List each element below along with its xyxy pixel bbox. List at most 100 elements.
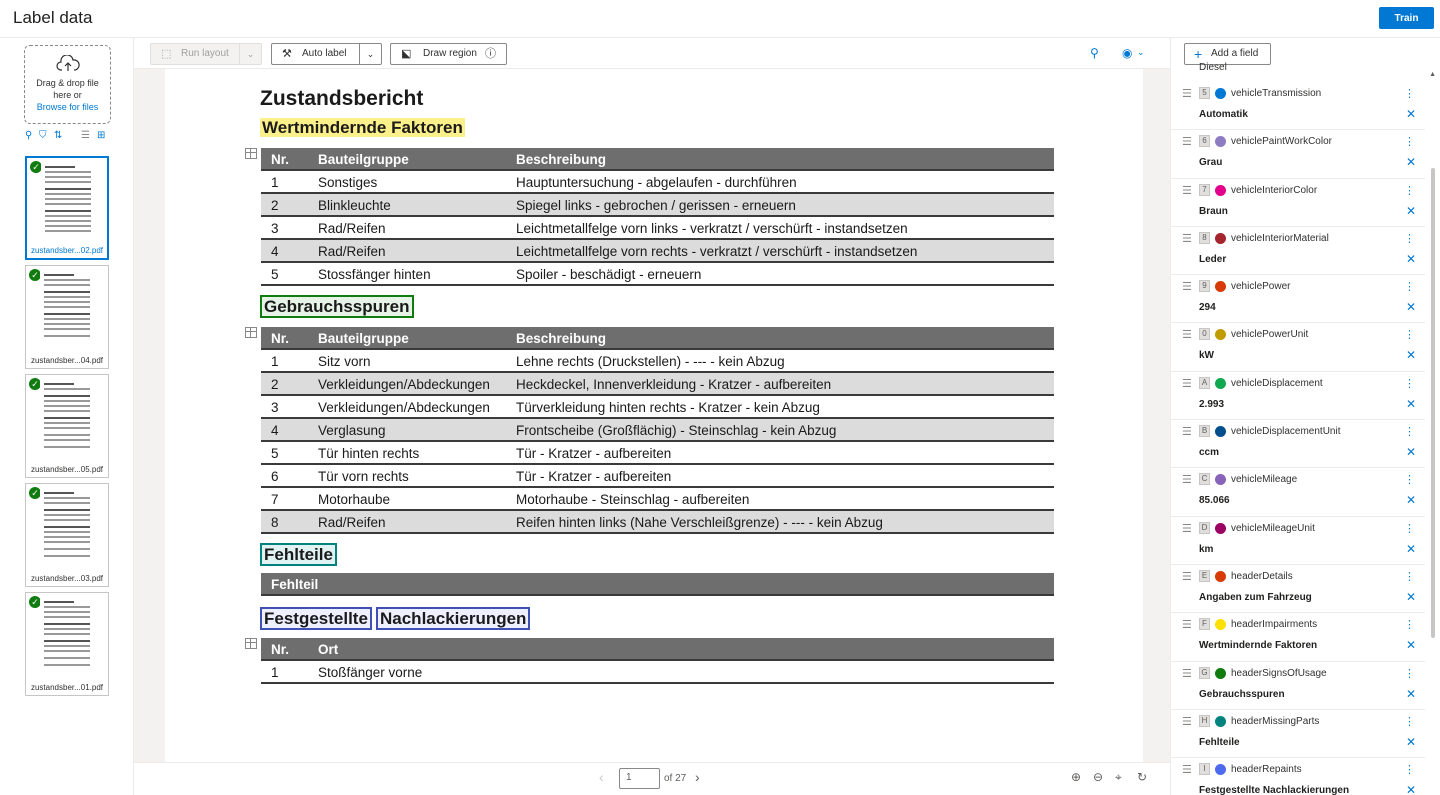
zoom-out-icon[interactable]: ⊖ bbox=[1093, 770, 1103, 784]
field-item[interactable]: ☰ AvehicleDisplacement ⋮ 2.993 ✕ bbox=[1171, 372, 1425, 421]
drag-handle-icon[interactable]: ☰ bbox=[1182, 425, 1192, 438]
drag-handle-icon[interactable]: ☰ bbox=[1182, 473, 1192, 486]
document-thumbnail[interactable]: ✓ zustandsber...01.pdf bbox=[25, 592, 109, 696]
rotate-icon[interactable]: ↻ bbox=[1137, 770, 1147, 784]
grid-view-icon[interactable]: ⊞ bbox=[97, 130, 105, 141]
clear-value-icon[interactable]: ✕ bbox=[1406, 542, 1416, 556]
field-item[interactable]: ☰ FheaderImpairments ⋮ Wertmindernde Faktor… bbox=[1171, 613, 1425, 662]
zoom-in-icon[interactable]: ⊕ bbox=[1071, 770, 1081, 784]
drag-handle-icon[interactable]: ☰ bbox=[1182, 87, 1192, 100]
more-options-icon[interactable]: ⋮ bbox=[1404, 135, 1415, 148]
drag-handle-icon[interactable]: ☰ bbox=[1182, 184, 1192, 197]
field-item[interactable]: ☰ HheaderMissingParts ⋮ Fehlteile ✕ bbox=[1171, 710, 1425, 759]
more-options-icon[interactable]: ⋮ bbox=[1404, 87, 1415, 100]
more-options-icon[interactable]: ⋮ bbox=[1404, 232, 1415, 245]
field-item[interactable]: ☰ IheaderRepaints ⋮ Festgestellte Nachlacki… bbox=[1171, 758, 1425, 795]
drag-handle-icon[interactable]: ☰ bbox=[1182, 715, 1192, 728]
drag-handle-icon[interactable]: ☰ bbox=[1182, 667, 1192, 680]
clear-value-icon[interactable]: ✕ bbox=[1406, 590, 1416, 604]
section-heading-missing-parts[interactable]: Fehlteile bbox=[260, 543, 337, 566]
field-item[interactable]: ☰ 5 vehicleTransmission ⋮ Automatik ✕ bbox=[1171, 82, 1425, 131]
train-button[interactable]: Train bbox=[1379, 7, 1434, 29]
table-icon[interactable] bbox=[245, 638, 257, 649]
more-options-icon[interactable]: ⋮ bbox=[1404, 522, 1415, 535]
section-heading-impairments[interactable]: Wertmindernde Faktoren bbox=[260, 118, 465, 137]
clear-value-icon[interactable]: ✕ bbox=[1406, 735, 1416, 749]
scrollbar[interactable] bbox=[1431, 76, 1435, 795]
more-options-icon[interactable]: ⋮ bbox=[1404, 570, 1415, 583]
drag-handle-icon[interactable]: ☰ bbox=[1182, 522, 1192, 535]
page-number-input[interactable]: 1 bbox=[619, 768, 660, 789]
field-item[interactable]: ☰ EheaderDetails ⋮ Angaben zum Fahrzeug ✕ bbox=[1171, 565, 1425, 614]
chevron-down-icon[interactable]: ⌄ bbox=[239, 44, 261, 64]
clear-value-icon[interactable]: ✕ bbox=[1406, 638, 1416, 652]
field-item[interactable]: ☰ 7 vehicleInteriorColor ⋮ Braun ✕ bbox=[1171, 179, 1425, 227]
field-item[interactable]: ☰ DvehicleMileageUnit ⋮ km ✕ bbox=[1171, 517, 1425, 565]
more-options-icon[interactable]: ⋮ bbox=[1404, 763, 1415, 776]
table-icon[interactable] bbox=[245, 148, 257, 159]
eye-icon[interactable]: ◉ bbox=[1122, 46, 1132, 60]
section-heading-signs-of-usage[interactable]: Gebrauchsspuren bbox=[260, 295, 414, 318]
table-icon[interactable] bbox=[245, 327, 257, 338]
drag-handle-icon[interactable]: ☰ bbox=[1182, 618, 1192, 631]
field-item[interactable]: ☰ CvehicleMileage ⋮ 85.066 ✕ bbox=[1171, 468, 1425, 517]
field-item[interactable]: ☰ 0 vehiclePowerUnit ⋮ kW ✕ bbox=[1171, 323, 1425, 372]
clear-value-icon[interactable]: ✕ bbox=[1406, 687, 1416, 701]
more-options-icon[interactable]: ⋮ bbox=[1404, 473, 1415, 486]
clear-value-icon[interactable]: ✕ bbox=[1406, 783, 1416, 795]
clear-value-icon[interactable]: ✕ bbox=[1406, 107, 1416, 121]
drag-handle-icon[interactable]: ☰ bbox=[1182, 280, 1192, 293]
search-icon[interactable]: ⚲ bbox=[1090, 46, 1099, 60]
auto-label-button[interactable]: ⚒ Auto label ⌄ bbox=[271, 43, 382, 65]
more-options-icon[interactable]: ⋮ bbox=[1404, 184, 1415, 197]
list-view-icon[interactable]: ☰ bbox=[81, 130, 90, 141]
more-options-icon[interactable]: ⋮ bbox=[1404, 425, 1415, 438]
document-thumbnail[interactable]: ✓ zustandsber...05.pdf bbox=[25, 374, 109, 478]
run-layout-button[interactable]: ⬚ Run layout ⌄ bbox=[150, 43, 262, 65]
drag-handle-icon[interactable]: ☰ bbox=[1182, 377, 1192, 390]
next-page-icon[interactable]: › bbox=[695, 769, 700, 785]
draw-region-button[interactable]: ⬕ Draw region ⓘ bbox=[390, 43, 507, 65]
add-field-button[interactable]: + Add a field bbox=[1184, 43, 1271, 65]
chevron-down-icon[interactable]: ⌄ bbox=[359, 44, 381, 64]
drag-handle-icon[interactable]: ☰ bbox=[1182, 135, 1192, 148]
filter-icon[interactable]: ⛉ bbox=[39, 130, 47, 141]
field-item[interactable]: ☰ 8 vehicleInteriorMaterial ⋮ Leder ✕ bbox=[1171, 227, 1425, 276]
clear-value-icon[interactable]: ✕ bbox=[1406, 300, 1416, 314]
search-icon[interactable]: ⚲ bbox=[25, 130, 32, 141]
clear-value-icon[interactable]: ✕ bbox=[1406, 204, 1416, 218]
fit-to-page-icon[interactable]: ⌖ bbox=[1115, 770, 1122, 785]
drag-handle-icon[interactable]: ☰ bbox=[1182, 570, 1192, 583]
field-item[interactable]: ☰ 9 vehiclePower ⋮ 294 ✕ bbox=[1171, 275, 1425, 324]
clear-value-icon[interactable]: ✕ bbox=[1406, 397, 1416, 411]
previous-page-icon[interactable]: ‹ bbox=[599, 769, 604, 785]
scrollbar-thumb[interactable] bbox=[1431, 168, 1435, 638]
clear-value-icon[interactable]: ✕ bbox=[1406, 445, 1416, 459]
more-options-icon[interactable]: ⋮ bbox=[1404, 328, 1415, 341]
more-options-icon[interactable]: ⋮ bbox=[1404, 280, 1415, 293]
more-options-icon[interactable]: ⋮ bbox=[1404, 667, 1415, 680]
more-options-icon[interactable]: ⋮ bbox=[1404, 715, 1415, 728]
section-heading-repaints-word2[interactable]: Nachlackierungen bbox=[376, 607, 531, 630]
browse-files-link[interactable]: Browse for files bbox=[25, 101, 110, 113]
field-item[interactable]: ☰ 6 vehiclePaintWorkColor ⋮ Grau ✕ bbox=[1171, 130, 1425, 179]
drag-handle-icon[interactable]: ☰ bbox=[1182, 328, 1192, 341]
document-thumbnail[interactable]: ✓ zustandsber...03.pdf bbox=[25, 483, 109, 587]
more-options-icon[interactable]: ⋮ bbox=[1404, 377, 1415, 390]
clear-value-icon[interactable]: ✕ bbox=[1406, 348, 1416, 362]
file-dropzone[interactable]: Drag & drop file here or Browse for file… bbox=[24, 45, 111, 124]
document-thumbnail[interactable]: ✓ zustandsber...04.pdf bbox=[25, 265, 109, 369]
field-item[interactable]: ☰ BvehicleDisplacementUnit ⋮ ccm ✕ bbox=[1171, 420, 1425, 469]
chevron-down-icon[interactable]: ⌄ bbox=[1137, 47, 1145, 58]
info-icon[interactable]: ⓘ bbox=[485, 44, 496, 64]
more-options-icon[interactable]: ⋮ bbox=[1404, 618, 1415, 631]
drag-handle-icon[interactable]: ☰ bbox=[1182, 232, 1192, 245]
clear-value-icon[interactable]: ✕ bbox=[1406, 155, 1416, 169]
sort-icon[interactable]: ⇅ bbox=[54, 130, 62, 141]
clear-value-icon[interactable]: ✕ bbox=[1406, 493, 1416, 507]
document-thumbnail[interactable]: ✓ zustandsber...02.pdf bbox=[25, 156, 109, 260]
clear-value-icon[interactable]: ✕ bbox=[1406, 252, 1416, 266]
field-item[interactable]: ☰ GheaderSignsOfUsage ⋮ Gebrauchsspuren ✕ bbox=[1171, 662, 1425, 710]
section-heading-repaints-word1[interactable]: Festgestellte bbox=[260, 607, 372, 630]
drag-handle-icon[interactable]: ☰ bbox=[1182, 763, 1192, 776]
